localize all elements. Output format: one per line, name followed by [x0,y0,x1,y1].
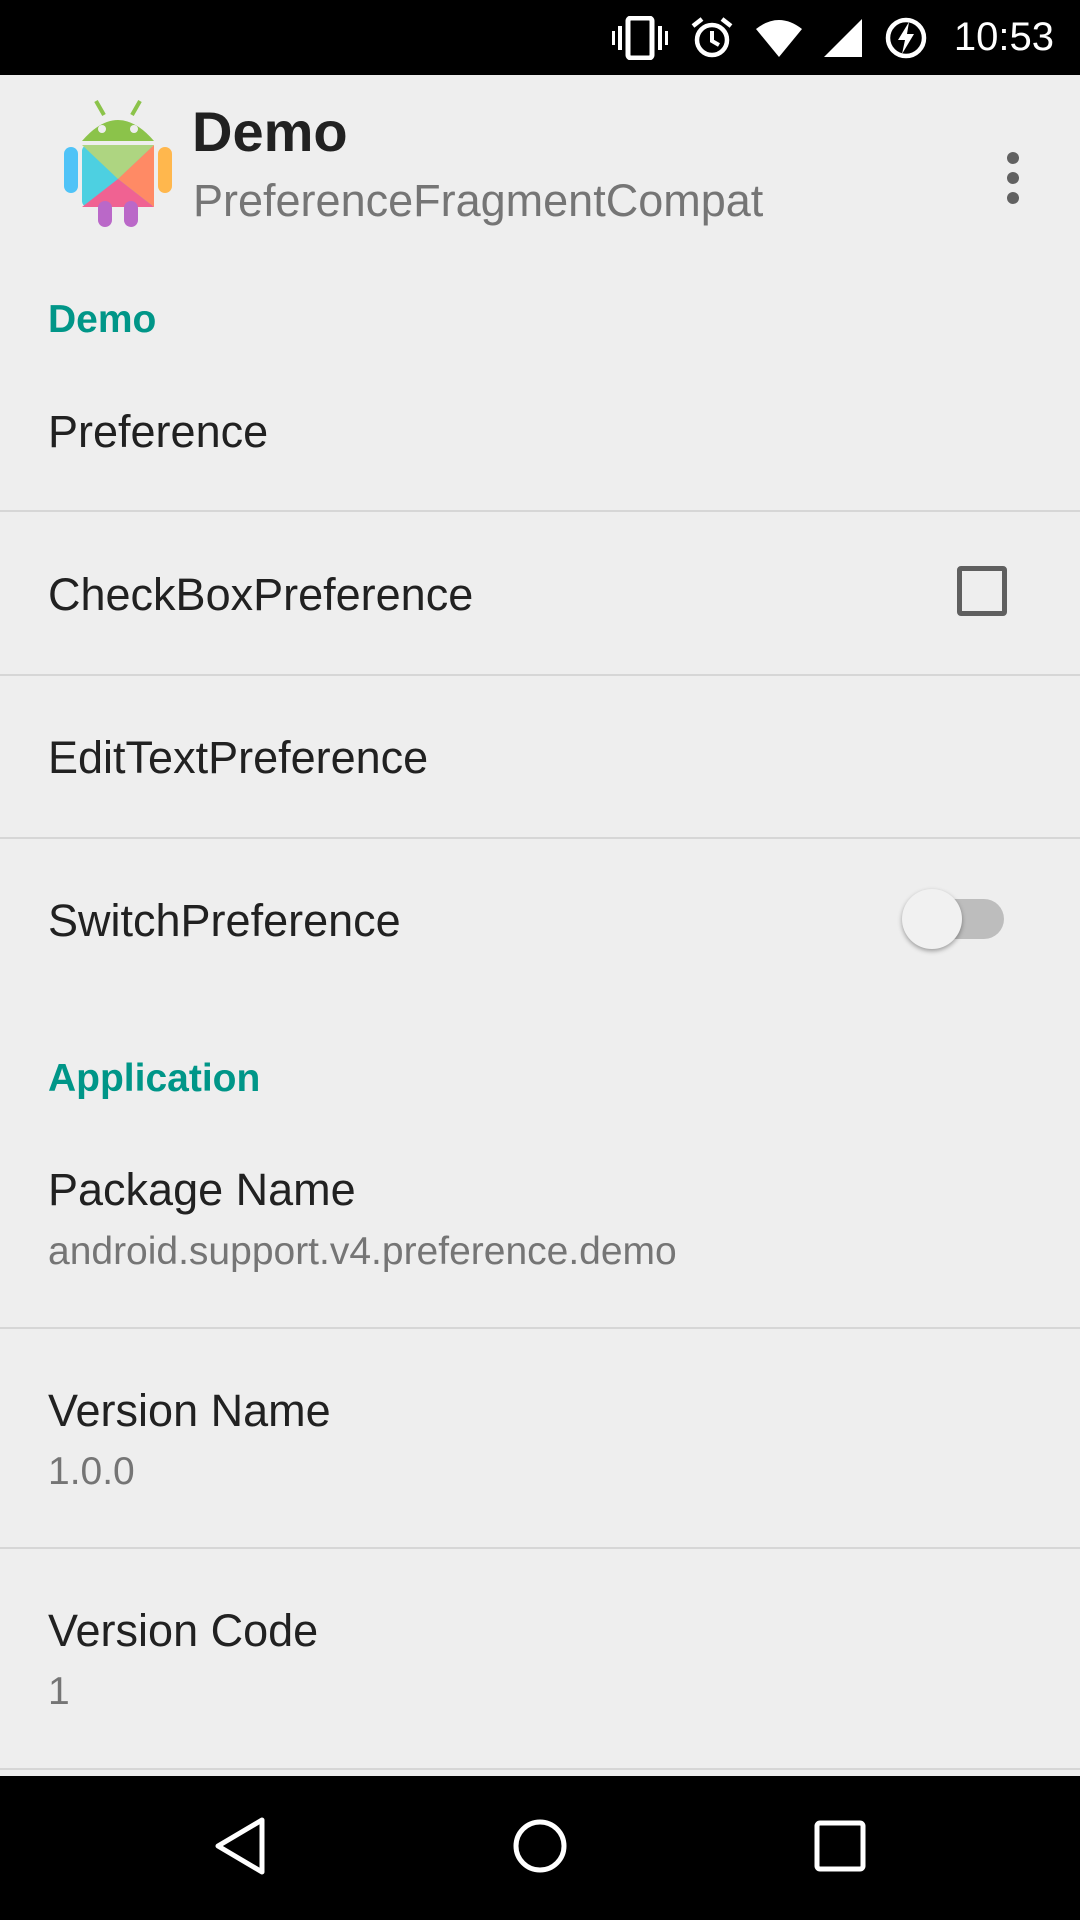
home-button[interactable] [488,1796,592,1900]
more-vert-icon [1005,151,1021,209]
edittext-preference-item[interactable]: EditTextPreference [0,676,1080,837]
wifi-icon [755,19,802,57]
category-application: Application [48,1057,261,1100]
android-logo-icon [62,97,174,229]
status-time: 10:53 [953,15,1054,59]
edittext-preference-title: EditTextPreference [48,732,429,783]
back-icon [212,1816,268,1881]
divider [0,1768,1080,1770]
package-name-item[interactable]: Package Name android.support.v4.preferen… [0,1130,1080,1327]
recents-button[interactable] [788,1796,892,1900]
package-name-title: Package Name [48,1164,356,1215]
version-name-title: Version Name [48,1385,331,1436]
app-title: Demo [192,100,348,163]
home-icon [510,1816,570,1881]
version-name-summary: 1.0.0 [48,1450,135,1493]
status-bar: 10:53 [0,0,1080,75]
vibrate-icon [611,15,668,60]
battery-charging-icon [884,16,928,60]
checkbox-preference-item[interactable]: CheckBoxPreference [0,512,1080,674]
preference-item[interactable]: Preference [0,370,1080,510]
app-bar: Demo PreferenceFragmentCompat [0,75,1080,255]
checkbox-preference-title: CheckBoxPreference [48,569,474,620]
version-name-item[interactable]: Version Name 1.0.0 [0,1329,1080,1547]
preference-title: Preference [48,406,269,457]
cell-signal-icon [823,18,862,57]
alarm-icon [690,16,734,60]
version-code-title: Version Code [48,1605,319,1656]
switch-preference-item[interactable]: SwitchPreference [0,839,1080,999]
switch-preference-title: SwitchPreference [48,895,401,946]
category-demo: Demo [48,298,157,341]
back-button[interactable] [188,1796,292,1900]
package-name-summary: android.support.v4.preference.demo [48,1230,677,1273]
recents-icon [812,1818,868,1879]
switch-thumb[interactable] [902,889,962,949]
checkbox[interactable] [957,566,1007,616]
overflow-menu-button[interactable] [990,125,1036,235]
version-code-summary: 1 [48,1670,70,1713]
navigation-bar [0,1776,1080,1920]
version-code-item[interactable]: Version Code 1 [0,1549,1080,1768]
app-subtitle: PreferenceFragmentCompat [193,175,764,226]
